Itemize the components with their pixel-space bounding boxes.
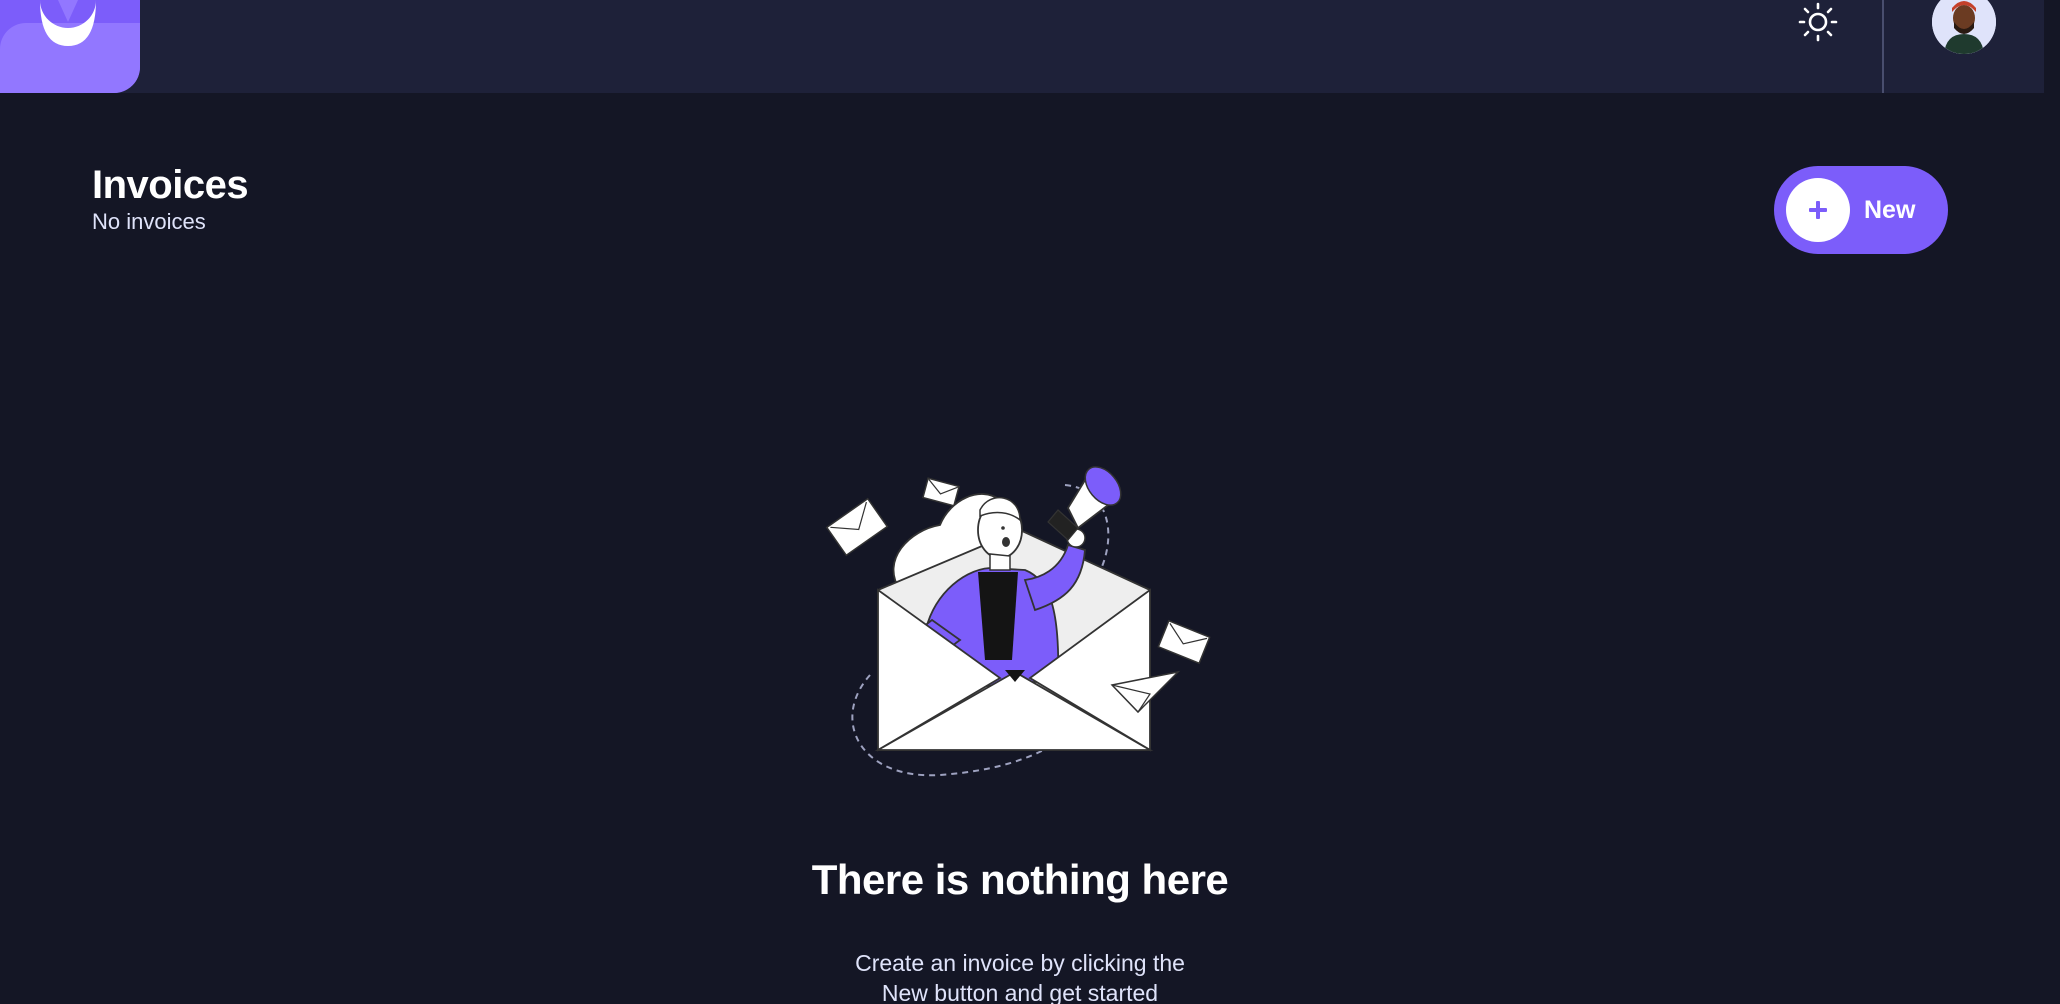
empty-state-illustration [825, 466, 1211, 777]
invoice-count: No invoices [92, 209, 206, 234]
user-avatar[interactable] [1932, 0, 1996, 54]
theme-toggle-button[interactable] [1796, 2, 1840, 46]
empty-state-heading: There is nothing here [811, 856, 1229, 903]
app-logo[interactable] [0, 0, 140, 93]
new-invoice-button[interactable]: New [1774, 166, 1948, 254]
plus-icon [1809, 201, 1827, 219]
plus-circle [1786, 178, 1850, 242]
page-title: Invoices [92, 163, 249, 207]
floating-envelope-1 [825, 497, 889, 557]
empty-state-text-line1: Create an invoice by clicking the [855, 950, 1185, 976]
topbar-divider [1882, 0, 1884, 93]
new-button-label: New [1864, 196, 1916, 224]
avatar-image [1932, 0, 1996, 54]
empty-state-text-line2: New button and get started [881, 980, 1159, 1004]
top-bar [0, 0, 2044, 93]
app-logo-icon [40, 0, 96, 46]
page: Invoices No invoices New There is nothin… [0, 0, 2060, 1004]
sun-icon [1798, 2, 1838, 42]
empty-state-text: Create an invoice by clicking the New bu… [820, 948, 1220, 1004]
